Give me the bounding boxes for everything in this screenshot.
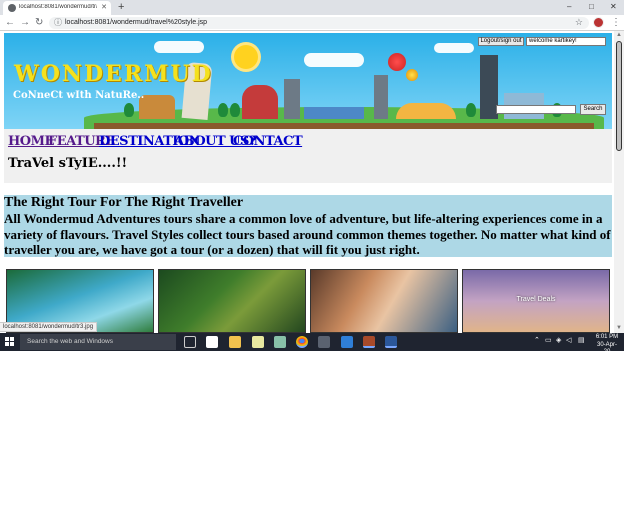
network-icon[interactable]: ◈ bbox=[556, 335, 561, 347]
windows-taskbar: Search the web and Windows ⌃ ▭ ◈ ◁ ▤ 6:0… bbox=[0, 333, 624, 355]
back-button[interactable]: ← bbox=[5, 16, 15, 29]
battery-icon[interactable]: ▭ bbox=[545, 335, 552, 347]
gallery-image-travellers[interactable] bbox=[310, 269, 458, 333]
page-scrollbar[interactable]: ▲ ▼ bbox=[614, 31, 624, 333]
browser-tab[interactable]: localhost:8081/wondermud/trav ✕ bbox=[3, 1, 111, 15]
minimize-button[interactable]: – bbox=[567, 1, 571, 13]
welcome-field[interactable]: welcome kartikey! bbox=[526, 37, 606, 46]
status-link-preview: localhost:8081/wondermud/tr3.jpg bbox=[0, 322, 98, 332]
cloud-illustration bbox=[304, 53, 364, 67]
address-url[interactable]: localhost:8081/wondermud/travel%20style.… bbox=[65, 18, 207, 28]
cloud-illustration bbox=[434, 43, 474, 53]
nav-contact[interactable]: CONTACT bbox=[233, 134, 303, 149]
gallery-caption: Travel Deals bbox=[516, 296, 556, 303]
media-player-icon[interactable] bbox=[318, 336, 330, 348]
chrome-icon[interactable] bbox=[296, 336, 308, 348]
header-banner: WONDERMUD CoNneCt wIth NatuRe.. Logout/s… bbox=[4, 33, 612, 129]
search-button[interactable]: Search bbox=[580, 104, 606, 115]
temple-illustration bbox=[139, 95, 175, 119]
reload-button[interactable]: ↻ bbox=[35, 16, 43, 29]
store-icon[interactable] bbox=[206, 336, 218, 348]
scroll-down-icon[interactable]: ▼ bbox=[616, 325, 622, 332]
intro-block: The Right Tour For The Right Traveller A… bbox=[4, 195, 612, 257]
balloon-illustration bbox=[388, 53, 406, 71]
vscode-icon[interactable] bbox=[341, 336, 353, 348]
bridge-tower-illustration bbox=[284, 79, 300, 119]
balloon-illustration bbox=[406, 69, 418, 81]
task-view-icon[interactable] bbox=[184, 336, 196, 348]
section-title: TraVel sTyIE....!! bbox=[8, 156, 128, 171]
app-icon[interactable] bbox=[274, 336, 286, 348]
bridge-tower-illustration bbox=[374, 75, 388, 119]
maximize-button[interactable]: □ bbox=[589, 1, 594, 13]
intro-text: All Wondermud Adventures tours share a c… bbox=[4, 211, 611, 257]
cloud-illustration bbox=[154, 41, 204, 53]
word-icon[interactable] bbox=[385, 336, 397, 348]
profile-avatar[interactable] bbox=[593, 17, 604, 28]
notification-icon[interactable]: ▤ bbox=[578, 335, 585, 347]
bookmark-star-icon[interactable]: ☆ bbox=[575, 17, 583, 28]
site-logo: WONDERMUD bbox=[14, 61, 213, 87]
tree-illustration bbox=[124, 103, 134, 117]
windows-start-icon[interactable] bbox=[5, 337, 15, 347]
scroll-up-icon[interactable]: ▲ bbox=[616, 32, 622, 39]
tree-illustration bbox=[466, 103, 476, 117]
close-window-button[interactable]: ✕ bbox=[610, 1, 617, 13]
main-nav: HOME FEATURE DESTINATION ABOUT US? CONTA… bbox=[4, 129, 612, 183]
volume-icon[interactable]: ◁ bbox=[566, 335, 571, 347]
tab-strip: localhost:8081/wondermud/trav ✕ + – □ ✕ bbox=[0, 0, 624, 15]
scrollbar-thumb[interactable] bbox=[616, 41, 622, 151]
globe-icon bbox=[8, 4, 16, 12]
browser-menu-icon[interactable]: ⋮ bbox=[611, 16, 621, 29]
sticky-notes-icon[interactable] bbox=[252, 336, 264, 348]
new-tab-button[interactable]: + bbox=[118, 1, 124, 13]
gallery-image-deals[interactable]: Travel Deals bbox=[462, 269, 610, 333]
intro-heading: The Right Tour For The Right Traveller bbox=[4, 195, 244, 210]
bridge-illustration bbox=[304, 107, 364, 119]
taskbar-search-input[interactable]: Search the web and Windows bbox=[20, 334, 176, 350]
tree-illustration bbox=[218, 103, 228, 117]
info-icon[interactable]: ⓘ bbox=[54, 18, 62, 28]
clock-time: 6:01 PM bbox=[595, 334, 619, 340]
page-viewport: WONDERMUD CoNneCt wIth NatuRe.. Logout/s… bbox=[0, 31, 614, 333]
tab-title: localhost:8081/wondermud/trav bbox=[19, 4, 97, 10]
browser-toolbar: ← → ↻ ⓘ localhost:8081/wondermud/travel%… bbox=[0, 15, 624, 31]
search-input[interactable] bbox=[496, 105, 576, 114]
address-bar[interactable]: ⓘ localhost:8081/wondermud/travel%20styl… bbox=[49, 17, 589, 29]
opera-house-illustration bbox=[396, 103, 456, 119]
blank-area bbox=[0, 351, 624, 519]
gallery-image-zipline[interactable] bbox=[158, 269, 306, 333]
app-icon[interactable] bbox=[363, 336, 375, 348]
kremlin-illustration bbox=[242, 85, 278, 119]
file-explorer-icon[interactable] bbox=[229, 336, 241, 348]
logout-button[interactable]: Logout/sign out bbox=[478, 37, 524, 46]
site-tagline: CoNneCt wIth NatuRe.. bbox=[13, 90, 145, 101]
forward-button[interactable]: → bbox=[20, 16, 30, 29]
tab-close-icon[interactable]: ✕ bbox=[101, 3, 107, 11]
tree-illustration bbox=[230, 103, 240, 117]
sun-illustration bbox=[234, 45, 258, 69]
tray-chevron-icon[interactable]: ⌃ bbox=[534, 335, 540, 347]
